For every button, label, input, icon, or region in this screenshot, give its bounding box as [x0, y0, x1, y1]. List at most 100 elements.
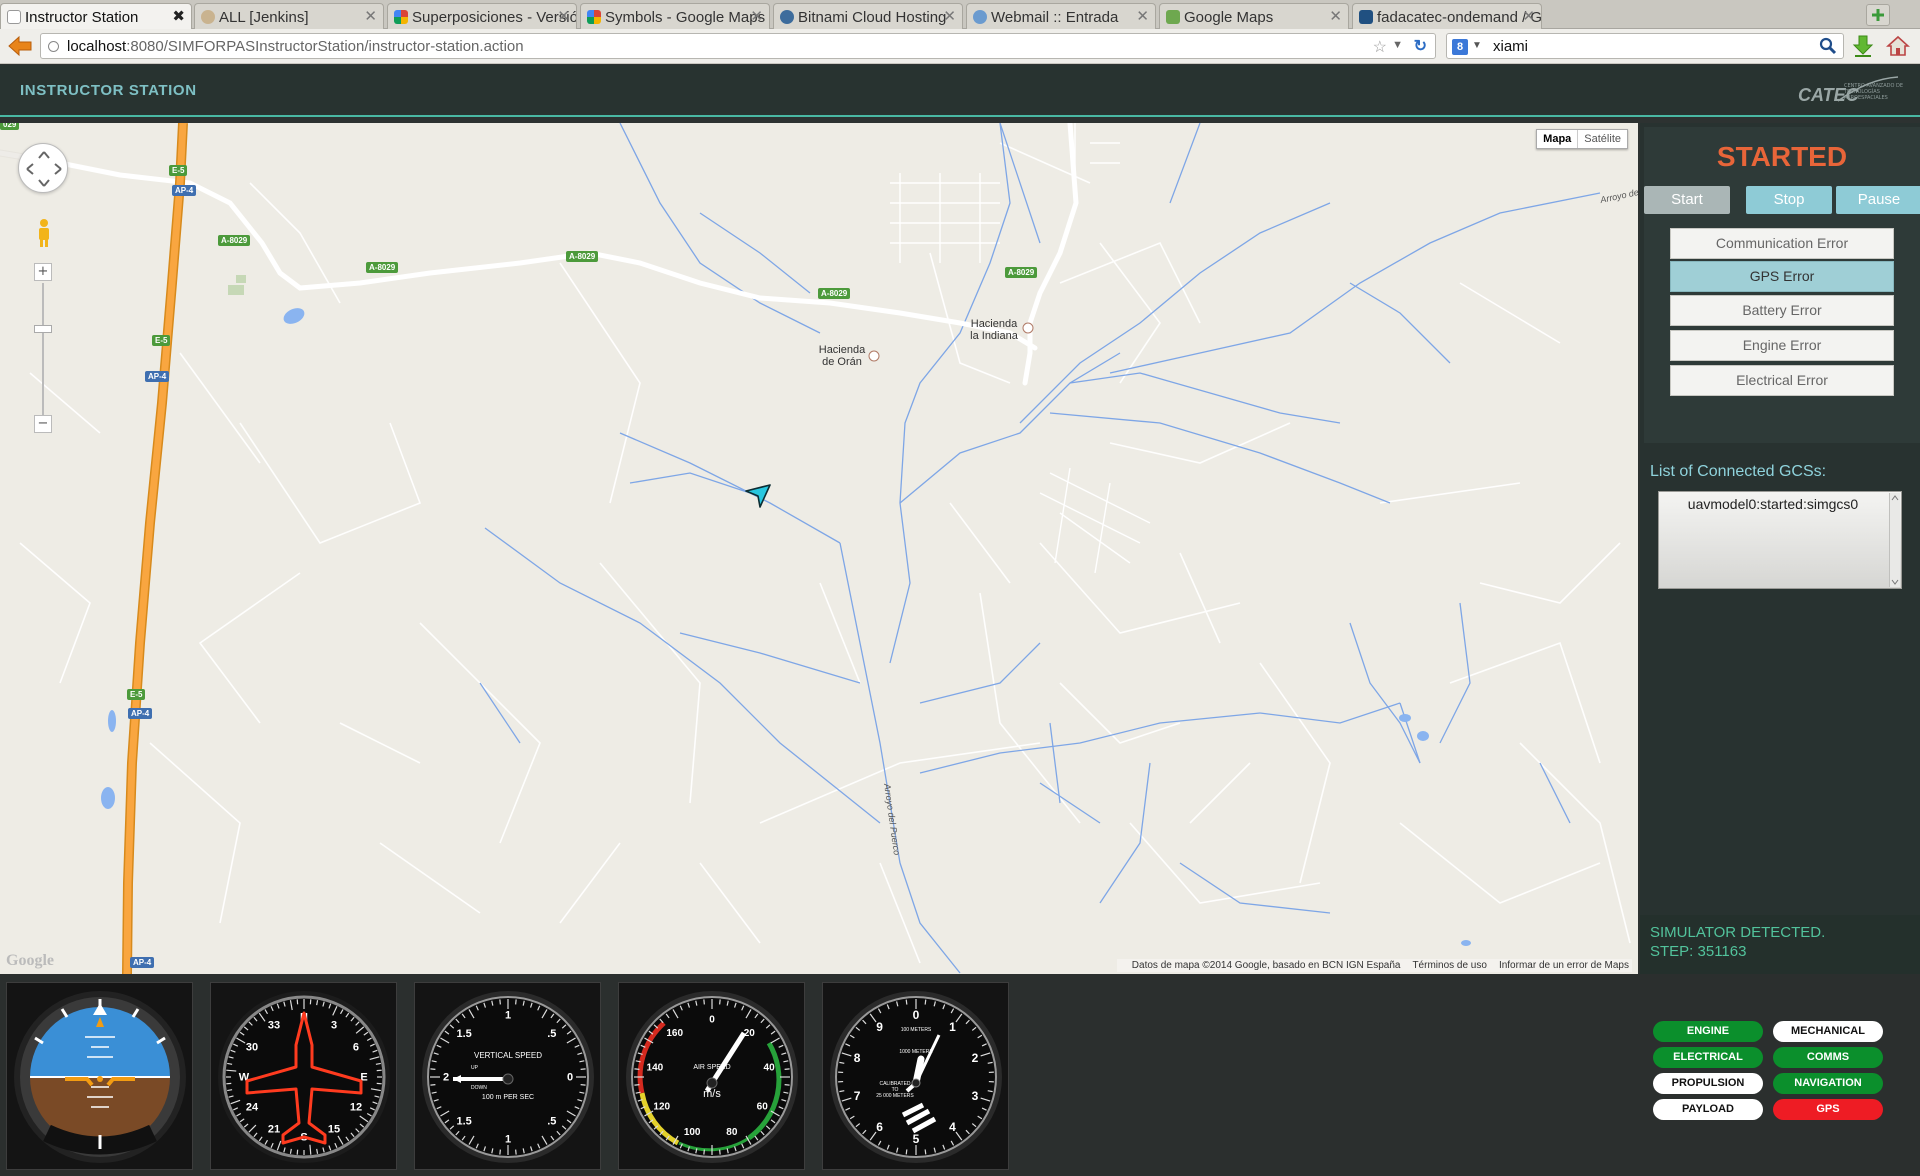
tab-fadacatec[interactable]: fadacatec-ondemand / G… ✕: [1352, 3, 1542, 29]
svg-text:100 METERS: 100 METERS: [901, 1027, 932, 1033]
tab-label: Superposiciones - Versió…: [412, 9, 577, 26]
engine-error-button[interactable]: Engine Error: [1670, 330, 1894, 361]
road-shield: A-8029: [1005, 267, 1038, 278]
simulator-status-text: SIMULATOR DETECTED. STEP: 351163: [1650, 924, 1826, 960]
dial-tick-mark: [719, 999, 721, 1005]
dial-tick-label: 6: [353, 1042, 359, 1054]
pegman-icon[interactable]: [36, 218, 52, 248]
status-badge-gps: GPS: [1773, 1099, 1883, 1120]
pause-button[interactable]: Pause: [1836, 186, 1920, 214]
start-button[interactable]: Start: [1644, 186, 1730, 214]
dial-tick-mark: [499, 999, 501, 1005]
close-icon[interactable]: ✕: [750, 7, 763, 25]
map-canvas[interactable]: [0, 123, 1638, 974]
search-bar[interactable]: 8 ▼ xiami: [1446, 33, 1844, 59]
map-type-mapa-button[interactable]: Mapa: [1537, 130, 1579, 148]
status-badge-engine: ENGINE: [1653, 1021, 1763, 1042]
dial-tick-mark: [784, 1068, 790, 1070]
download-icon[interactable]: [1852, 34, 1874, 58]
map-type-satellite-button[interactable]: Satélite: [1578, 130, 1627, 148]
asi-gauge-icon: 020406080100120140160 AIR SPEED m/s: [626, 991, 798, 1163]
dial-tick-label: 12: [350, 1102, 362, 1114]
close-icon[interactable]: ✕: [1329, 7, 1342, 25]
tab-jenkins[interactable]: ALL [Jenkins] ✕: [194, 3, 384, 29]
url-host: localhost: [67, 38, 127, 55]
back-arrow-icon[interactable]: [6, 34, 34, 58]
search-input[interactable]: xiami: [1493, 38, 1528, 55]
tab-google-maps[interactable]: Google Maps ✕: [1159, 3, 1349, 29]
dial-tick-label: 6: [876, 1120, 883, 1134]
svg-text:25 000 METERS: 25 000 METERS: [876, 1093, 914, 1099]
search-icon[interactable]: [1819, 37, 1837, 55]
status-badge-mechanical: MECHANICAL: [1773, 1021, 1883, 1042]
road-shield: AP-4: [145, 371, 170, 382]
stop-button[interactable]: Stop: [1746, 186, 1832, 214]
altimeter: 0123456789 100 METERS 1000 METERS CALIBR…: [822, 982, 1009, 1170]
google-dev-icon: [587, 10, 601, 24]
close-icon[interactable]: ✕: [364, 7, 377, 25]
zoom-slider-track[interactable]: [42, 283, 44, 415]
terms-link[interactable]: Términos de uso: [1412, 960, 1486, 971]
tab-symbols[interactable]: Symbols - Google Maps J… ✕: [580, 3, 770, 29]
dial-tick-mark: [580, 1084, 586, 1086]
communication-error-button[interactable]: Communication Error: [1670, 228, 1894, 259]
google-search-icon[interactable]: 8: [1452, 39, 1468, 55]
uav-position-marker-icon[interactable]: [742, 481, 774, 513]
dial-tick-mark: [719, 1149, 721, 1155]
road-shield: 029: [0, 123, 20, 130]
search-engine-dropdown-icon[interactable]: ▼: [1472, 40, 1482, 51]
tab-instructor-station[interactable]: Instructor Station ✖: [0, 3, 192, 30]
close-icon[interactable]: ✖: [172, 7, 185, 25]
globe-icon: [48, 41, 59, 52]
close-icon[interactable]: ✕: [557, 7, 570, 25]
address-bar[interactable]: localhost:8080/SIMFORPASInstructorStatio…: [40, 33, 1436, 59]
google-logo: Google: [6, 952, 54, 969]
dial-tick-mark: [375, 1062, 381, 1065]
close-icon[interactable]: ✕: [1522, 7, 1535, 25]
pan-control[interactable]: [18, 143, 68, 193]
close-icon[interactable]: ✕: [943, 7, 956, 25]
home-icon[interactable]: [1886, 34, 1910, 58]
road-shield: AP-4: [172, 185, 197, 196]
map-view[interactable]: A-8029 A-8029 A-8029 A-8029 A-8029 029 E…: [0, 123, 1638, 974]
dropdown-arrow-icon[interactable]: ▼: [1392, 39, 1403, 51]
heading-indicator: N 3 6 E 12 15 S 21 24 W 30 33: [210, 982, 397, 1170]
reload-icon[interactable]: ↻: [1414, 36, 1427, 56]
tab-webmail[interactable]: Webmail :: Entrada ✕: [966, 3, 1156, 29]
dial-tick-mark: [924, 1149, 927, 1155]
tab-superposiciones[interactable]: Superposiciones - Versió… ✕: [387, 3, 577, 29]
road-shield: AP-4: [128, 708, 153, 719]
pan-arrows-icon[interactable]: [19, 144, 69, 194]
svg-text:VERTICAL SPEED: VERTICAL SPEED: [474, 1051, 542, 1060]
zoom-slider-thumb[interactable]: [34, 325, 52, 333]
bookmark-star-icon[interactable]: ☆: [1373, 37, 1387, 57]
dial-tick-mark: [430, 1084, 436, 1086]
gcs-list[interactable]: uavmodel0:started:simgcs0: [1658, 491, 1902, 589]
close-icon[interactable]: ✕: [1136, 7, 1149, 25]
scrollbar[interactable]: [1889, 493, 1900, 587]
zoom-in-button[interactable]: +: [34, 263, 52, 281]
battery-error-button[interactable]: Battery Error: [1670, 295, 1894, 326]
tab-label: Google Maps: [1184, 9, 1274, 26]
scroll-arrows-icon: [1891, 495, 1899, 585]
maps-icon: [1166, 10, 1180, 24]
tab-label: Webmail :: Entrada: [991, 9, 1119, 26]
report-error-link[interactable]: Informar de un error de Maps: [1499, 960, 1629, 971]
zoom-out-button[interactable]: −: [34, 415, 52, 433]
road-shield: E-5: [127, 689, 146, 700]
new-tab-button[interactable]: [1866, 4, 1890, 26]
electrical-error-button[interactable]: Electrical Error: [1670, 365, 1894, 396]
dial-tick-label: 60: [757, 1101, 769, 1112]
dial-tick-mark: [499, 1149, 501, 1155]
list-item[interactable]: uavmodel0:started:simgcs0: [1659, 496, 1887, 512]
dial-tick-label: 30: [246, 1042, 258, 1054]
dial-tick-label: 3: [972, 1089, 979, 1103]
svg-text:100 m PER SEC: 100 m PER SEC: [482, 1094, 534, 1101]
tab-bitnami[interactable]: Bitnami Cloud Hosting ✕: [773, 3, 963, 29]
logo-swoosh: [1837, 76, 1899, 102]
status-badge-comms: COMMS: [1773, 1047, 1883, 1068]
gps-error-button[interactable]: GPS Error: [1670, 261, 1894, 292]
dial-tick-label: 2: [443, 1072, 449, 1084]
vsi-gauge-icon: 1.50.511.521.5 VERTICAL SPEED 100 m PER …: [422, 991, 594, 1163]
road-shield: AP-4: [130, 957, 155, 968]
